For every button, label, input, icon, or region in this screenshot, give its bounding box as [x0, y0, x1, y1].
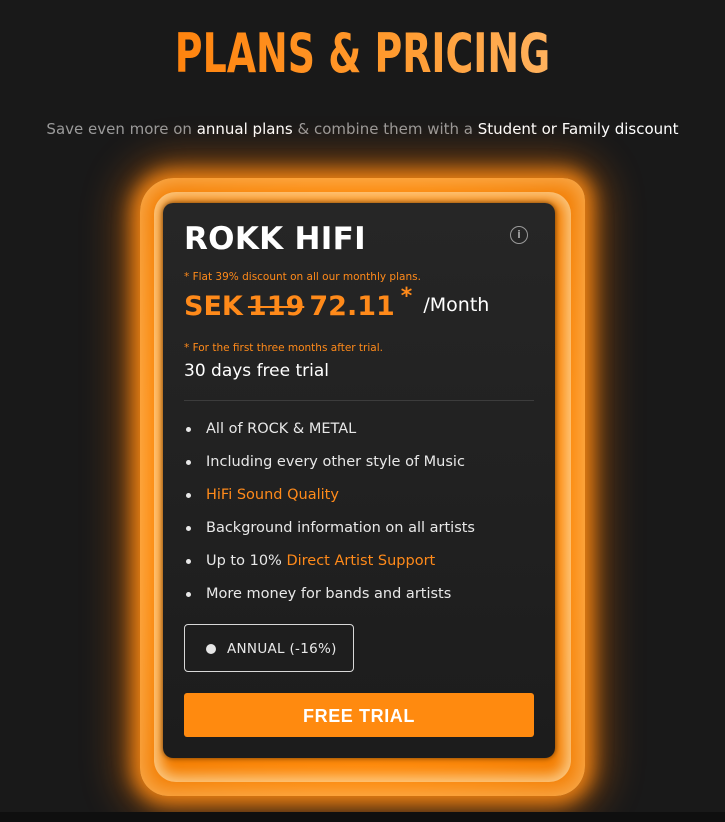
price-old: 119 — [247, 291, 305, 322]
feature-item: All of ROCK & METAL — [184, 419, 475, 452]
annual-billing-toggle[interactable]: ANNUAL (-16%) — [184, 624, 354, 672]
bullet-icon — [186, 592, 191, 597]
subtitle-text-2: & combine them with a — [292, 120, 478, 138]
bullet-icon — [186, 493, 191, 498]
price-currency: SEK — [184, 291, 243, 322]
feature-item: Background information on all artists — [184, 518, 475, 551]
annual-toggle-label: ANNUAL (-16%) — [227, 641, 337, 657]
feature-item: More money for bands and artists — [184, 584, 475, 617]
price-asterisk: * — [400, 284, 413, 309]
bullet-icon — [186, 460, 191, 465]
feature-text: All of ROCK & METAL — [206, 421, 357, 437]
bullet-icon — [186, 559, 191, 564]
bullet-icon — [186, 427, 191, 432]
feature-text: Up to 10% — [206, 553, 287, 569]
feature-text: Including every other style of Music — [206, 454, 465, 470]
feature-text: Background information on all artists — [206, 520, 475, 536]
free-trial-button[interactable]: FREE TRIAL — [184, 693, 534, 737]
feature-text: More money for bands and artists — [206, 586, 452, 602]
price-row: SEK 119 72.11 * /Month — [184, 284, 490, 335]
trial-note: * For the first three months after trial… — [184, 342, 383, 354]
feature-item: Including every other style of Music — [184, 452, 475, 485]
discount-note: * Flat 39% discount on all our monthly p… — [184, 271, 421, 283]
page-subtitle: Save even more on annual plans & combine… — [0, 118, 725, 140]
bottom-band — [0, 812, 725, 822]
feature-list: All of ROCK & METAL Including every othe… — [184, 419, 475, 617]
subtitle-text-1: Save even more on — [46, 120, 197, 138]
price-new: 72.11 — [309, 291, 395, 322]
feature-link-artist-support[interactable]: Direct Artist Support — [286, 553, 435, 569]
feature-link-hifi[interactable]: HiFi Sound Quality — [206, 487, 339, 503]
page-title: PLANS & PRICING — [80, 22, 646, 86]
plan-card: ROKK HIFI i * Flat 39% discount on all o… — [163, 203, 555, 758]
info-icon[interactable]: i — [510, 226, 528, 244]
feature-item: HiFi Sound Quality — [184, 485, 475, 518]
radio-dot-icon — [206, 644, 216, 654]
subtitle-discount: Student or Family discount — [477, 120, 679, 138]
bullet-icon — [186, 526, 191, 531]
price-period: /Month — [423, 294, 490, 316]
plan-name: ROKK HIFI — [184, 221, 366, 257]
feature-item: Up to 10% Direct Artist Support — [184, 551, 475, 584]
pricing-page: PLANS & PRICING Save even more on annual… — [0, 0, 725, 822]
divider — [184, 400, 534, 401]
trial-text: 30 days free trial — [184, 361, 330, 381]
subtitle-annual-plans: annual plans — [196, 120, 293, 138]
